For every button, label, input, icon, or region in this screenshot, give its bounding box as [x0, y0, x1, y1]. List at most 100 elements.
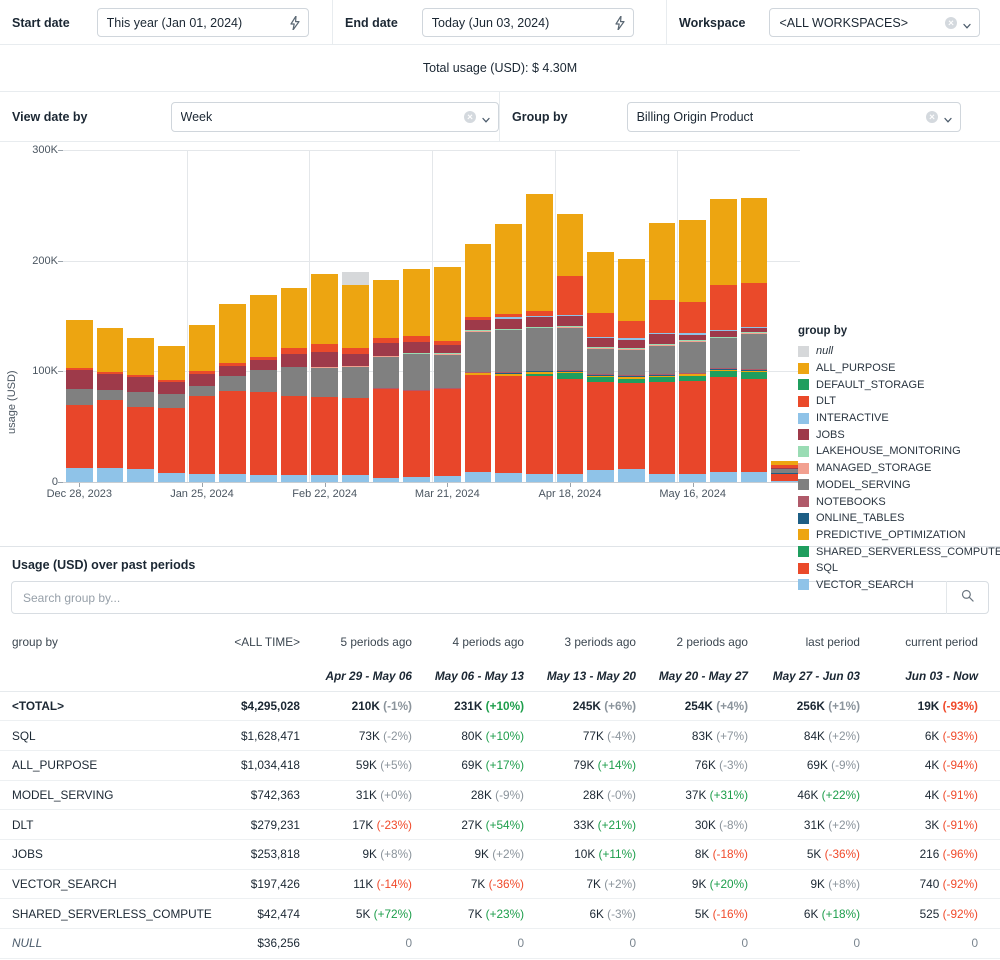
bar-segment[interactable] — [127, 377, 154, 391]
bar-segment[interactable] — [495, 319, 522, 329]
bar-segment[interactable] — [342, 475, 369, 482]
bar[interactable] — [679, 220, 706, 482]
bar-segment[interactable] — [219, 474, 246, 482]
legend-item[interactable]: MODEL_SERVING — [798, 477, 998, 494]
bar-segment[interactable] — [66, 389, 93, 404]
column-header[interactable]: <ALL TIME> — [222, 623, 322, 661]
bar[interactable] — [465, 244, 492, 482]
bar-segment[interactable] — [403, 391, 430, 477]
bar-segment[interactable] — [250, 360, 277, 370]
bar-segment[interactable] — [649, 300, 676, 333]
bar-segment[interactable] — [679, 220, 706, 302]
bar-segment[interactable] — [97, 328, 124, 372]
bar-segment[interactable] — [403, 354, 430, 389]
table-row[interactable]: DLT$279,23117K (-23%)27K (+54%)33K (+21%… — [0, 810, 1000, 840]
table-row[interactable]: NULL$36,256000000 — [0, 929, 1000, 959]
bar-segment[interactable] — [342, 367, 369, 398]
bar-segment[interactable] — [465, 375, 492, 472]
bar-segment[interactable] — [495, 330, 522, 372]
bar-segment[interactable] — [373, 478, 400, 482]
bar-segment[interactable] — [219, 376, 246, 391]
bar-segment[interactable] — [434, 345, 461, 354]
bar[interactable] — [710, 199, 737, 482]
column-header[interactable]: 2 periods ago — [658, 623, 770, 661]
bar[interactable] — [219, 304, 246, 482]
bar-segment[interactable] — [158, 408, 185, 472]
bar-segment[interactable] — [618, 340, 645, 349]
bar-segment[interactable] — [373, 357, 400, 388]
bar-segment[interactable] — [495, 473, 522, 482]
bar[interactable] — [526, 194, 553, 482]
bar[interactable] — [649, 223, 676, 482]
bar-segment[interactable] — [710, 377, 737, 472]
bar-segment[interactable] — [97, 468, 124, 482]
legend-item[interactable]: INTERACTIVE — [798, 410, 998, 427]
bar[interactable] — [342, 272, 369, 482]
bar[interactable] — [618, 258, 645, 482]
bar-segment[interactable] — [771, 474, 798, 481]
bar-segment[interactable] — [557, 474, 584, 482]
bar-segment[interactable] — [342, 354, 369, 366]
bar-segment[interactable] — [618, 321, 645, 339]
bar-segment[interactable] — [741, 198, 768, 283]
bar[interactable] — [434, 267, 461, 482]
bar-segment[interactable] — [710, 199, 737, 284]
lightning-bolt-icon[interactable] — [289, 16, 301, 30]
bar-segment[interactable] — [649, 346, 676, 375]
bar-segment[interactable] — [434, 476, 461, 482]
bar-segment[interactable] — [373, 389, 400, 478]
bar-segment[interactable] — [557, 276, 584, 315]
bar[interactable] — [281, 288, 308, 482]
bar[interactable] — [158, 346, 185, 482]
bar[interactable] — [495, 224, 522, 482]
bar-segment[interactable] — [710, 285, 737, 330]
bar-segment[interactable] — [587, 338, 614, 347]
bar-segment[interactable] — [557, 214, 584, 276]
bar-segment[interactable] — [189, 474, 216, 482]
bar[interactable] — [127, 338, 154, 482]
bar-segment[interactable] — [219, 304, 246, 363]
bar-segment[interactable] — [587, 252, 614, 313]
bar-segment[interactable] — [741, 379, 768, 472]
bar-segment[interactable] — [587, 382, 614, 469]
bar-segment[interactable] — [311, 397, 338, 474]
bar-segment[interactable] — [526, 376, 553, 473]
table-row[interactable]: VECTOR_SEARCH$197,42611K (-14%)7K (-36%)… — [0, 869, 1000, 899]
bar-segment[interactable] — [342, 285, 369, 348]
bar-segment[interactable] — [158, 394, 185, 408]
bar-segment[interactable] — [342, 398, 369, 474]
bar[interactable] — [311, 274, 338, 482]
legend-item[interactable]: null — [798, 343, 998, 360]
legend-item[interactable]: DEFAULT_STORAGE — [798, 376, 998, 393]
column-header[interactable]: 4 periods ago — [434, 623, 546, 661]
bar-segment[interactable] — [66, 405, 93, 468]
bar-segment[interactable] — [311, 352, 338, 367]
bar-segment[interactable] — [97, 374, 124, 389]
bar-segment[interactable] — [741, 472, 768, 482]
bar-segment[interactable] — [158, 473, 185, 482]
bar-segment[interactable] — [741, 372, 768, 379]
clear-icon[interactable] — [926, 111, 938, 123]
bar[interactable] — [557, 214, 584, 482]
bar[interactable] — [189, 325, 216, 482]
bar-segment[interactable] — [587, 349, 614, 374]
bar[interactable] — [373, 280, 400, 482]
bar-segment[interactable] — [403, 477, 430, 482]
bar-segment[interactable] — [587, 470, 614, 482]
bar-segment[interactable] — [127, 392, 154, 407]
clear-icon[interactable] — [464, 111, 476, 123]
bar-segment[interactable] — [649, 334, 676, 344]
bar-segment[interactable] — [127, 469, 154, 482]
bar-segment[interactable] — [403, 342, 430, 353]
bar-segment[interactable] — [465, 332, 492, 373]
bar-segment[interactable] — [311, 368, 338, 397]
bar-segment[interactable] — [679, 302, 706, 333]
table-row[interactable]: SHARED_SERVERLESS_COMPUTE$42,4745K (+72%… — [0, 899, 1000, 929]
legend-item[interactable]: PREDICTIVE_OPTIMIZATION — [798, 527, 998, 544]
bar-segment[interactable] — [158, 346, 185, 379]
bar-segment[interactable] — [281, 475, 308, 482]
bar[interactable] — [771, 461, 798, 482]
table-row[interactable]: <TOTAL>$4,295,028210K (-1%)231K (+10%)24… — [0, 691, 1000, 721]
bar-segment[interactable] — [434, 355, 461, 388]
end-date-input[interactable]: Today (Jun 03, 2024) — [422, 8, 634, 37]
